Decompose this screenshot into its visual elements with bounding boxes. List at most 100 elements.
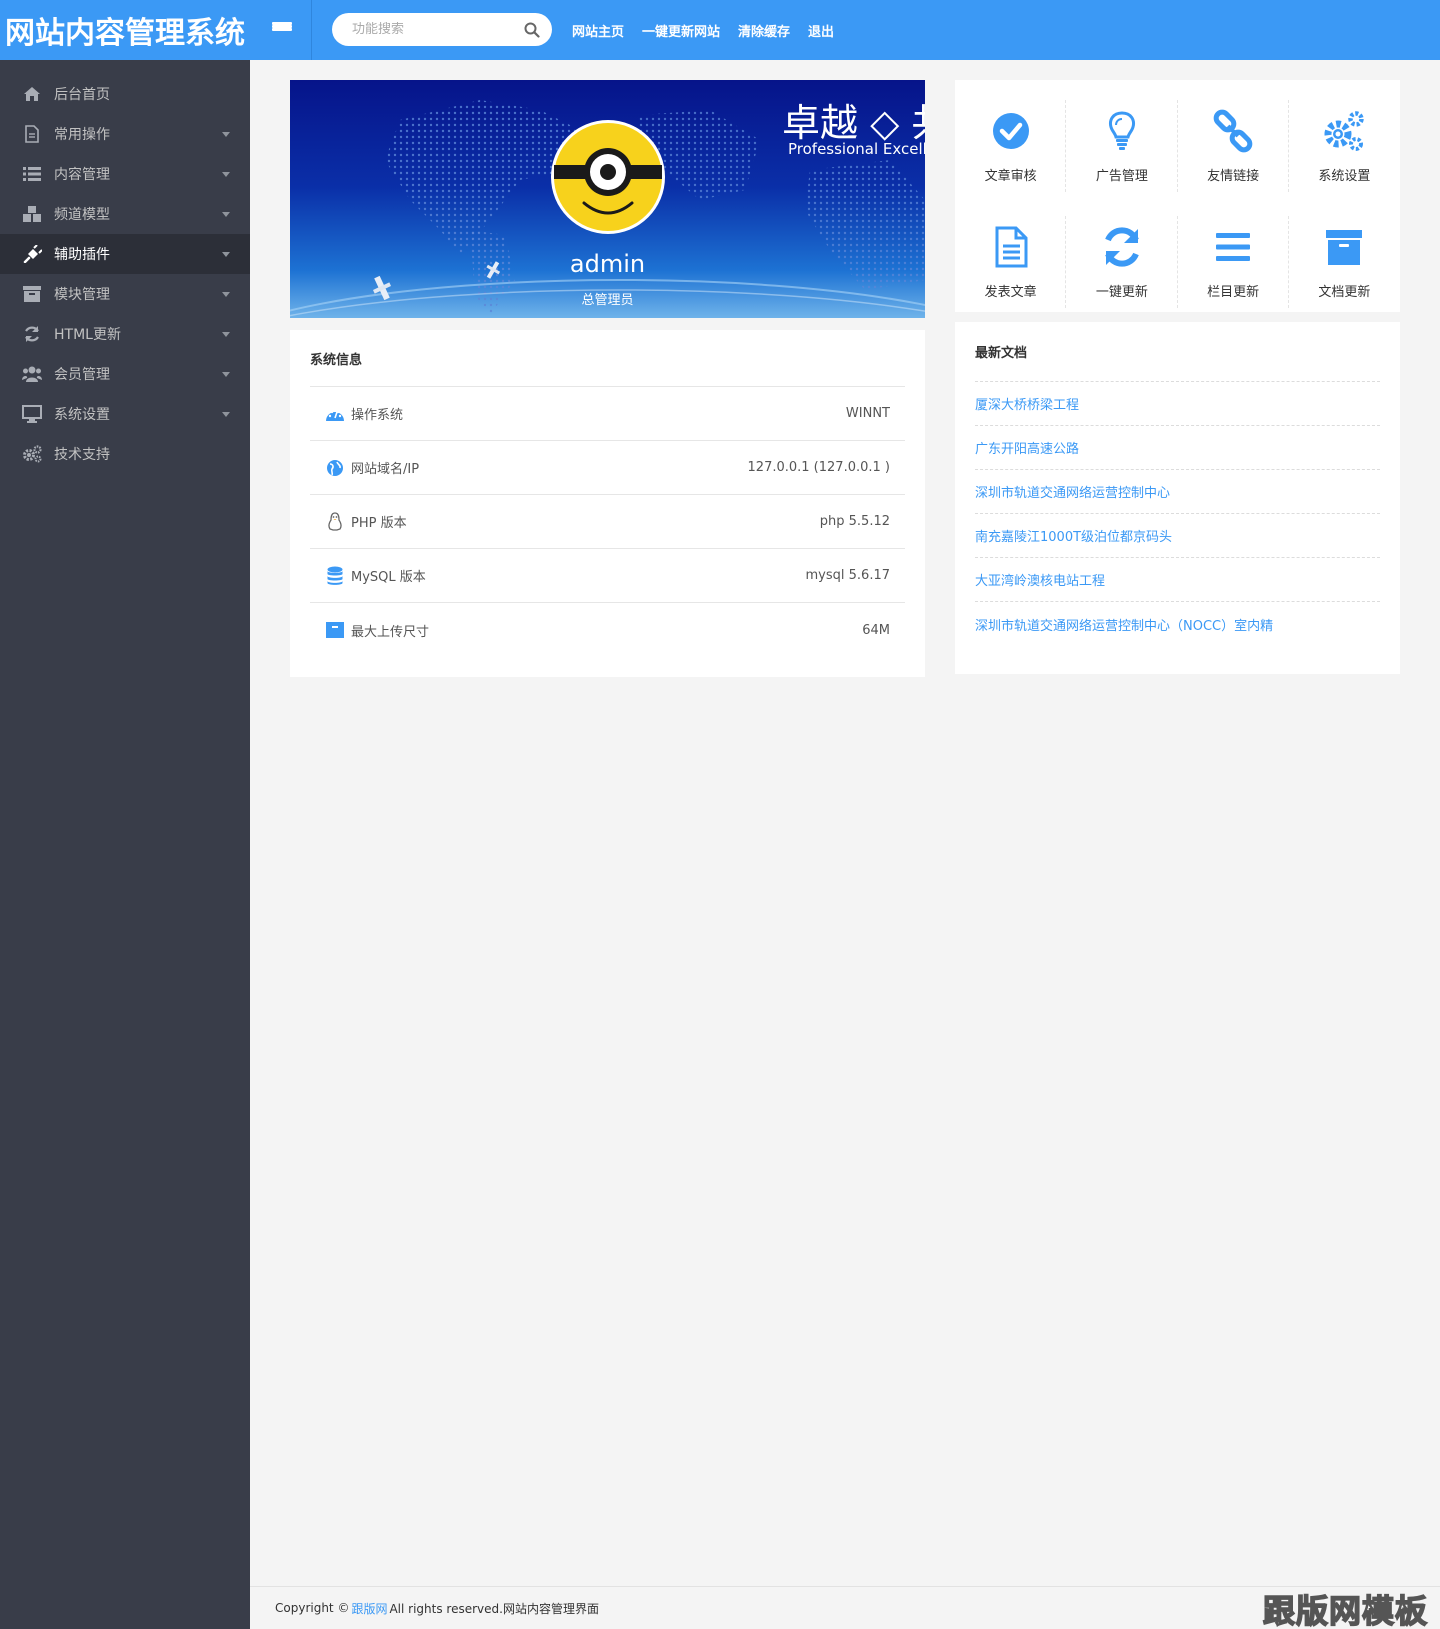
chevron-down-icon [222,412,230,417]
username: admin [569,250,646,278]
dashboard-icon [325,404,345,424]
sidebar-item-label: 后台首页 [54,87,110,103]
top-links: 网站主页 一键更新网站 清除缓存 退出 [572,0,852,60]
quick-document-update[interactable]: 文档更新 [1289,204,1400,320]
minion-avatar-icon [554,123,662,231]
sidebar-item-label: 系统设置 [54,407,110,423]
link-update-site[interactable]: 一键更新网站 [642,21,720,40]
info-row-php: PHP 版本 php 5.5.12 [310,495,905,549]
info-value: mysql 5.6.17 [805,568,890,583]
chevron-down-icon [222,292,230,297]
search-box [332,13,552,46]
globe-icon [325,458,345,478]
quick-friend-links[interactable]: 友情链接 [1178,88,1290,204]
refresh-icon [1105,226,1139,267]
banner-slogan: 卓越 ◇ 共 [782,101,925,145]
sidebar-item-channel-model[interactable]: 频道模型 [0,194,250,234]
sidebar-item-home[interactable]: 后台首页 [0,74,250,114]
info-row-mysql: MySQL 版本 mysql 5.6.17 [310,549,905,603]
latest-docs-panel: 最新文档 厦深大桥桥梁工程 广东开阳高速公路 深圳市轨道交通网络运营控制中心 南… [955,322,1400,674]
sidebar-item-label: 技术支持 [54,447,110,463]
sidebar-item-content[interactable]: 内容管理 [0,154,250,194]
quick-actions-panel: 文章审核 广告管理 友情链接 系统设置 发表文章 一键更新 栏目更新 文档更新 [955,80,1400,312]
list-item: 深圳市轨道交通网络运营控制中心（NOCC）室内精 [975,602,1380,646]
plug-icon [22,245,42,263]
footer-link[interactable]: 跟版网 [351,1600,387,1617]
list-item: 广东开阳高速公路 [975,426,1380,470]
doc-link[interactable]: 深圳市轨道交通网络运营控制中心 [975,482,1170,501]
chevron-down-icon [222,372,230,377]
info-row-os: 操作系统 WINNT [310,387,905,441]
quick-column-update[interactable]: 栏目更新 [1178,204,1290,320]
link-logout[interactable]: 退出 [808,21,834,40]
doc-link[interactable]: 深圳市轨道交通网络运营控制中心（NOCC）室内精 [975,615,1273,634]
quick-label: 文档更新 [1318,284,1371,300]
sidebar-item-label: 会员管理 [54,367,110,383]
quick-article-review[interactable]: 文章审核 [955,88,1067,204]
quick-publish-article[interactable]: 发表文章 [955,204,1067,320]
gears-icon [1324,110,1365,151]
sidebar-item-plugins[interactable]: 辅助插件 [0,234,250,274]
panel-title: 系统信息 [310,330,905,387]
database-icon [325,566,345,586]
quick-system-settings[interactable]: 系统设置 [1289,88,1400,204]
search-input[interactable] [352,22,524,37]
app-logo[interactable]: 网站内容管理系统 [0,0,250,60]
archive-icon [325,620,345,640]
avatar[interactable] [551,120,665,234]
doc-link[interactable]: 厦深大桥桥梁工程 [975,394,1079,413]
doc-link[interactable]: 大亚湾岭澳核电站工程 [975,570,1105,589]
info-label: 最大上传尺寸 [351,624,430,640]
quick-ad-management[interactable]: 广告管理 [1066,88,1178,204]
quick-label: 系统设置 [1318,168,1371,184]
panel-title: 最新文档 [975,322,1380,382]
quick-label: 发表文章 [984,284,1037,300]
document-icon [22,125,42,143]
chevron-down-icon [222,252,230,257]
sidebar-item-label: HTML更新 [54,327,121,343]
quick-label: 广告管理 [1095,168,1148,184]
welcome-banner: 卓越 ◇ 共 Professional Excellenc admin 总管理员 [290,80,925,318]
sidebar-item-label: 模块管理 [54,287,110,303]
chevron-down-icon [222,132,230,137]
archive-icon [22,285,42,303]
bars-icon [1216,232,1251,261]
copyright-prefix: Copyright © [275,1601,350,1615]
sidebar-item-members[interactable]: 会员管理 [0,354,250,394]
doc-link[interactable]: 广东开阳高速公路 [975,438,1079,457]
info-label: 操作系统 [351,408,404,423]
info-value: 127.0.0.1 (127.0.0.1 ) [747,460,890,475]
info-label: PHP 版本 [351,516,407,531]
link-icon [1213,109,1253,152]
quick-label: 一键更新 [1095,284,1148,300]
refresh-icon [22,325,42,343]
hamburger-icon [271,22,292,38]
sidebar-item-system-settings[interactable]: 系统设置 [0,394,250,434]
link-site-home[interactable]: 网站主页 [572,21,624,40]
sidebar-item-html-update[interactable]: HTML更新 [0,314,250,354]
info-value: WINNT [845,406,890,421]
info-value: 64M [862,622,890,638]
system-info-panel: 系统信息 操作系统 WINNT 网站域名/IP 127.0.0.1 (127.0… [290,330,925,677]
linux-icon [325,511,345,532]
banner-slogan-en: Professional Excellenc [788,140,925,158]
list-item: 大亚湾岭澳核电站工程 [975,558,1380,602]
quick-label: 文章审核 [984,168,1037,184]
copyright-suffix: All rights reserved.网站内容管理界面 [389,1601,599,1616]
search-icon[interactable] [524,22,540,38]
link-clear-cache[interactable]: 清除缓存 [738,21,790,40]
sidebar-item-modules[interactable]: 模块管理 [0,274,250,314]
list-icon [22,165,42,183]
doc-link[interactable]: 南充嘉陵江1000T级泊位都京码头 [975,526,1172,545]
file-text-icon [995,226,1028,267]
quick-label: 栏目更新 [1207,284,1260,300]
lightbulb-icon [1108,110,1135,150]
menu-toggle-button[interactable] [252,0,312,60]
chevron-down-icon [222,212,230,217]
quick-one-click-update[interactable]: 一键更新 [1066,204,1178,320]
archive-icon [1326,229,1363,265]
desktop-icon [22,405,42,423]
info-row-upload-size: 最大上传尺寸 64M [310,603,905,657]
sidebar-item-tech-support[interactable]: 技术支持 [0,434,250,474]
sidebar-item-common-ops[interactable]: 常用操作 [0,114,250,154]
